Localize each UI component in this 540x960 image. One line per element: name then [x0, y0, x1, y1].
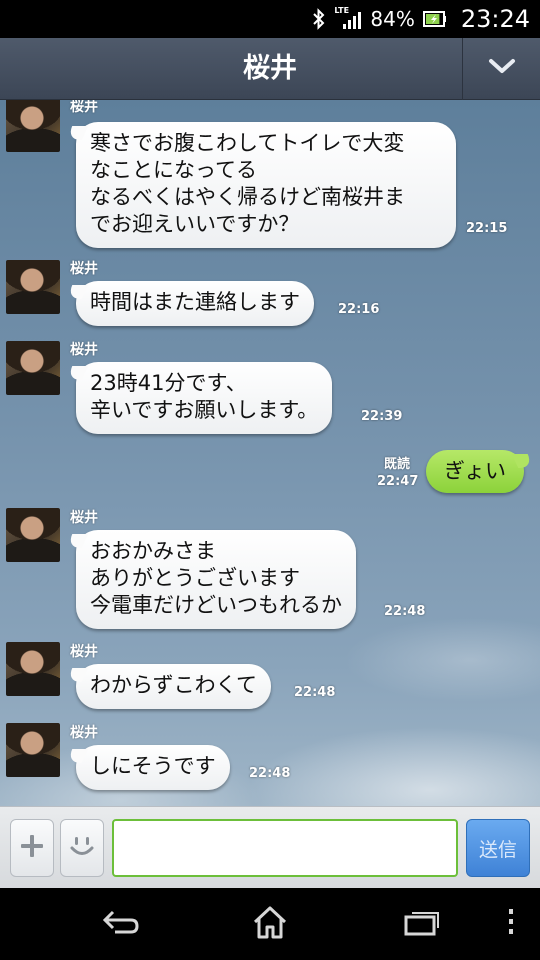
back-button[interactable]: [96, 904, 146, 944]
sender-avatar[interactable]: [6, 341, 60, 395]
read-receipt-label: 既読: [384, 457, 411, 472]
message-line: でお迎えいいですか？: [90, 212, 300, 236]
message-timestamp: 22:48: [249, 766, 291, 781]
sender-avatar[interactable]: [6, 100, 60, 152]
sender-avatar[interactable]: [6, 508, 60, 562]
clock: 23:24: [460, 5, 530, 33]
message-timestamp: 22:48: [294, 685, 336, 700]
attach-button[interactable]: [10, 819, 54, 877]
incoming-message-bubble[interactable]: おおかみさま ありがとうございます 今電車だけどいつもれるか: [76, 530, 356, 629]
sender-name: 桜井: [70, 261, 98, 277]
incoming-message-bubble[interactable]: 寒さでお腹こわしてトイレで大変 なことになってる なるべくはやく帰るけど南桜井ま…: [76, 122, 456, 248]
chevron-down-icon: [488, 58, 516, 80]
plus-icon: [19, 833, 45, 863]
system-nav-bar: [0, 888, 540, 960]
chat-title: 桜井: [243, 53, 297, 84]
chat-area[interactable]: 桜井 寒さでお腹こわしてトイレで大変 なことになってる なるべくはやく帰るけど南…: [0, 100, 540, 806]
message-line: 辛いですお願いします。: [90, 398, 319, 422]
sender-name: 桜井: [70, 510, 98, 526]
message-line: 時間はまた連絡します: [90, 290, 300, 314]
outgoing-message-bubble[interactable]: ぎょい: [426, 450, 524, 493]
send-button[interactable]: 送信: [466, 819, 530, 877]
message-line: ぎょい: [444, 459, 506, 483]
message-line: 23時41分です、: [90, 371, 247, 395]
message-timestamp: 22:47: [377, 474, 419, 489]
message-line: 寒さでお腹こわしてトイレで大変: [90, 131, 405, 155]
message-line: わからずこわくて: [90, 673, 257, 697]
battery-icon: [422, 9, 447, 29]
message-timestamp: 22:48: [384, 604, 426, 619]
chat-header: 桜井: [0, 38, 540, 100]
incoming-message-bubble[interactable]: 23時41分です、 辛いですお願いします。: [76, 362, 333, 434]
message-timestamp: 22:15: [466, 221, 508, 236]
smiley-icon: [68, 833, 96, 863]
message-input[interactable]: [112, 819, 458, 877]
message-line: ありがとうございます: [90, 566, 300, 590]
overflow-menu-icon: [507, 907, 515, 941]
message-input-bar: 送信: [0, 806, 540, 888]
incoming-message-bubble[interactable]: わからずこわくて: [76, 664, 271, 709]
bluetooth-icon: [312, 8, 326, 30]
incoming-message-bubble[interactable]: 時間はまた連絡します: [76, 281, 314, 326]
sticker-button[interactable]: [60, 819, 104, 877]
incoming-message-bubble[interactable]: しにそうです: [76, 745, 230, 790]
sender-avatar[interactable]: [6, 723, 60, 777]
message-line: なるべくはやく帰るけど南桜井ま: [90, 185, 405, 209]
message-line: 今電車だけどいつもれるか: [90, 593, 342, 617]
sender-avatar[interactable]: [6, 260, 60, 314]
message-line: おおかみさま: [90, 539, 216, 563]
back-icon: [101, 907, 141, 941]
message-line: なことになってる: [90, 158, 257, 182]
home-button[interactable]: [245, 904, 295, 944]
collapse-button[interactable]: [462, 38, 540, 100]
sender-avatar[interactable]: [6, 642, 60, 696]
signal-icon: LTE: [334, 6, 362, 30]
message-timestamp: 22:39: [361, 409, 403, 424]
status-bar: LTE 84% 23:24: [0, 0, 540, 38]
overflow-menu-button[interactable]: [496, 904, 526, 944]
home-icon: [251, 904, 289, 944]
sender-name: 桜井: [70, 100, 98, 115]
sender-name: 桜井: [70, 342, 98, 358]
sender-name: 桜井: [70, 725, 98, 741]
sender-name: 桜井: [70, 644, 98, 660]
recent-apps-button[interactable]: [396, 904, 446, 944]
battery-percent: 84%: [370, 7, 415, 31]
recent-apps-icon: [401, 907, 441, 941]
message-timestamp: 22:16: [338, 302, 380, 317]
message-line: しにそうです: [90, 754, 216, 778]
